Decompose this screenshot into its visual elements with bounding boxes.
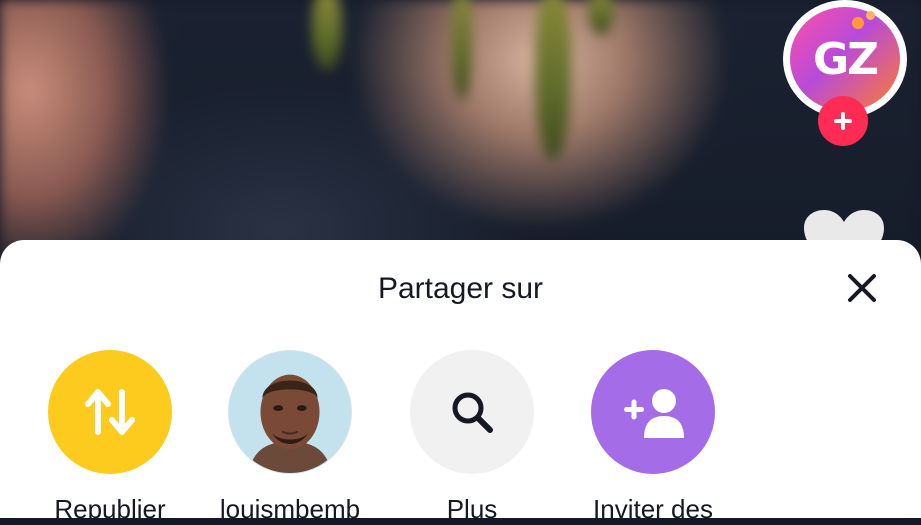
contact-avatar-image <box>229 351 351 473</box>
share-more-label: Plus <box>446 494 498 524</box>
follow-button[interactable] <box>818 96 868 146</box>
share-repost-label: Republier <box>54 494 166 524</box>
share-sheet: Partager sur Republier louismbemb Plus I… <box>0 240 921 524</box>
repost-icon <box>85 389 135 435</box>
contact-avatar <box>228 350 352 474</box>
invite-circle <box>591 350 715 474</box>
close-button[interactable] <box>842 268 882 308</box>
share-repost[interactable]: Republier <box>20 350 200 525</box>
add-friend-icon <box>624 389 684 438</box>
share-more[interactable]: Plus <box>382 350 562 525</box>
share-invite[interactable]: Inviter des <box>563 350 743 525</box>
close-icon <box>848 274 876 302</box>
share-invite-label: Inviter des <box>593 494 713 524</box>
share-contact[interactable]: louismbemb <box>200 350 380 525</box>
repost-circle <box>48 350 172 474</box>
share-contact-label: louismbemb <box>219 494 361 524</box>
sheet-title: Partager sur <box>377 272 544 305</box>
more-circle <box>410 350 534 474</box>
search-icon <box>452 392 493 433</box>
plus-icon <box>834 112 852 130</box>
creator-logo-text: GZ <box>812 33 879 85</box>
